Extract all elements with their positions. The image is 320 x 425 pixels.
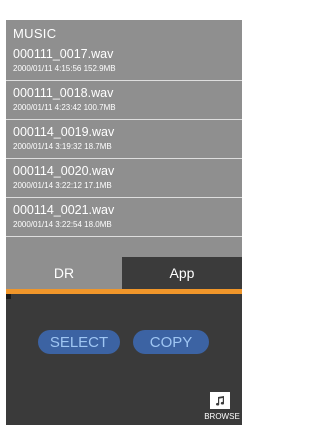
accent-divider	[6, 289, 242, 294]
file-meta: 2000/01/11 4:15:56 152.9MB	[13, 64, 116, 73]
file-name: 000111_0018.wav	[13, 86, 114, 100]
file-name: 000114_0021.wav	[13, 203, 115, 217]
tab-app-label: App	[169, 265, 195, 281]
select-button-label: SELECT	[49, 333, 109, 351]
folder-title: MUSIC	[13, 26, 57, 41]
file-name: 000114_0020.wav	[13, 164, 115, 178]
tab-app[interactable]: App	[122, 257, 242, 289]
music-note-icon	[210, 392, 230, 409]
file-name: 000111_0017.wav	[13, 47, 114, 61]
browse-button[interactable]: BROWSE	[202, 390, 242, 425]
source-tabs: DR App	[6, 257, 242, 289]
browse-label: BROWSE	[204, 412, 240, 421]
app-screen: MUSIC 000111_0017.wav 2000/01/11 4:15:56…	[6, 20, 242, 425]
file-meta: 2000/01/11 4:23:42 100.7MB	[13, 103, 116, 112]
file-meta: 2000/01/14 3:19:32 18.7MB	[13, 142, 112, 151]
copy-button[interactable]: COPY	[133, 330, 209, 354]
tab-dr-label: DR	[53, 265, 75, 281]
file-item[interactable]: 000111_0018.wav 2000/01/11 4:23:42 100.7…	[6, 81, 242, 120]
tab-dr[interactable]: DR	[6, 257, 122, 289]
file-list: 000111_0017.wav 2000/01/11 4:15:56 152.9…	[6, 42, 242, 237]
file-item[interactable]: 000114_0021.wav 2000/01/14 3:22:54 18.0M…	[6, 198, 242, 237]
file-item[interactable]: 000114_0019.wav 2000/01/14 3:19:32 18.7M…	[6, 120, 242, 159]
file-list-panel: MUSIC 000111_0017.wav 2000/01/11 4:15:56…	[6, 20, 242, 257]
file-meta: 2000/01/14 3:22:12 17.1MB	[13, 181, 112, 190]
select-button[interactable]: SELECT	[38, 330, 120, 354]
file-item[interactable]: 000114_0020.wav 2000/01/14 3:22:12 17.1M…	[6, 159, 242, 198]
file-name: 000114_0019.wav	[13, 125, 115, 139]
file-meta: 2000/01/14 3:22:54 18.0MB	[13, 220, 112, 229]
copy-button-label: COPY	[149, 333, 193, 351]
divider-notch	[6, 294, 11, 299]
file-item[interactable]: 000111_0017.wav 2000/01/11 4:15:56 152.9…	[6, 42, 242, 81]
